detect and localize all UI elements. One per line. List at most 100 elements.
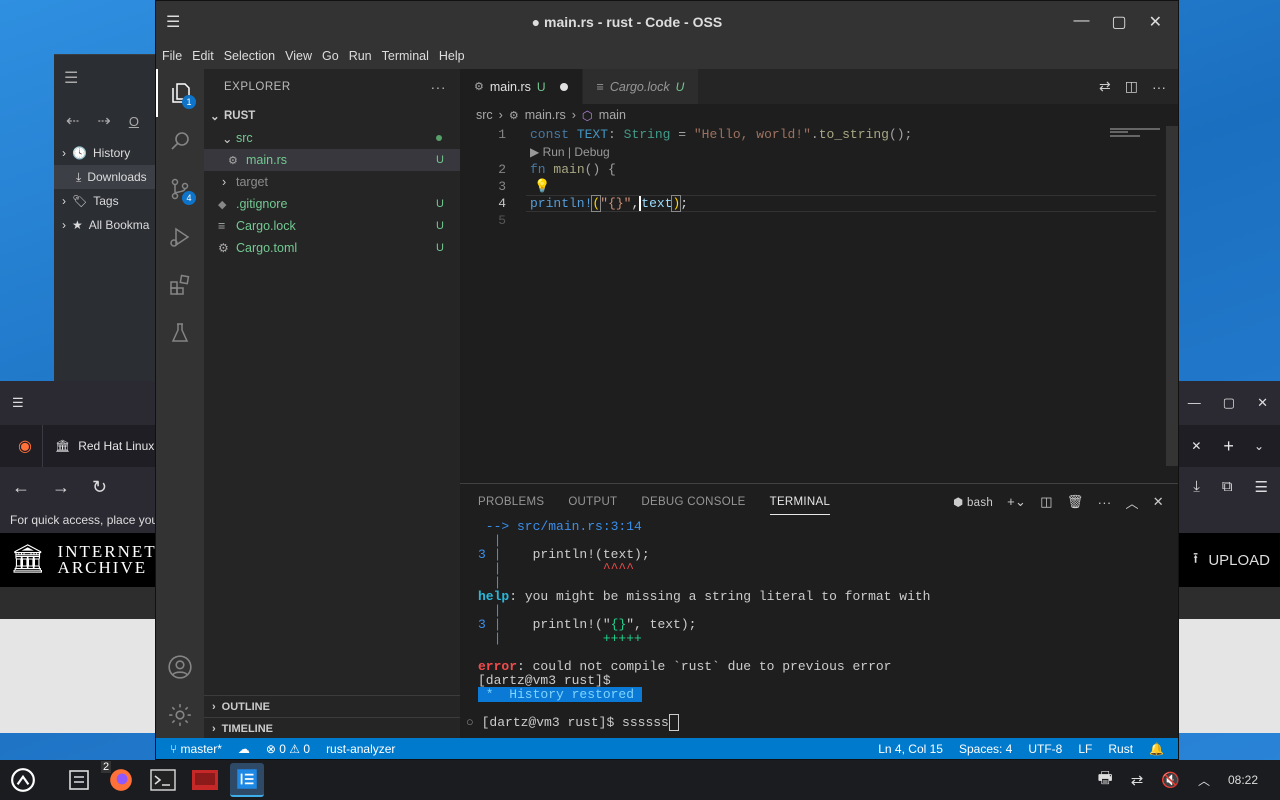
tab-terminal[interactable]: TERMINAL [769, 496, 831, 515]
menu-terminal[interactable]: Terminal [382, 49, 429, 63]
forward-icon[interactable]: → [52, 477, 70, 498]
firefox-icon[interactable]: ◉ [8, 436, 42, 456]
rust-analyzer-status[interactable]: rust-analyzer [326, 742, 395, 756]
hamburger-menu-icon[interactable]: ☰ [12, 395, 24, 411]
minimize-icon[interactable]: — [1188, 395, 1201, 411]
clock[interactable]: 08:22 [1228, 773, 1258, 787]
close-icon[interactable]: ✕ [1257, 395, 1268, 411]
more-actions-icon[interactable]: ··· [431, 79, 447, 95]
tree-file-cargo-lock[interactable]: ≡ Cargo.lock U [204, 215, 460, 237]
kill-terminal-trash-icon[interactable]: 🗑 [1067, 494, 1084, 510]
close-icon[interactable]: ✕ [1149, 12, 1162, 32]
menu-edit[interactable]: Edit [192, 49, 214, 63]
printer-icon[interactable]: 🖶 [1098, 767, 1113, 794]
language-mode[interactable]: Rust [1108, 742, 1133, 756]
hamburger-menu-icon[interactable]: ☰ [54, 55, 164, 101]
lightbulb-icon[interactable]: 💡 [534, 179, 550, 194]
end-of-line[interactable]: LF [1078, 742, 1092, 756]
back-icon[interactable]: ← [12, 477, 30, 498]
problems-status[interactable]: ⊗ 0 ⚠ 0 [266, 742, 310, 756]
minimap[interactable] [1110, 126, 1164, 137]
branch-status[interactable]: ⑂ master* [170, 742, 222, 756]
menu-view[interactable]: View [285, 49, 312, 63]
sync-cloud-icon[interactable]: ☁ [238, 742, 250, 756]
more-actions-icon[interactable]: ··· [1098, 495, 1112, 510]
hamburger-menu-icon[interactable]: ☰ [166, 12, 180, 32]
remote-viewer-icon[interactable] [188, 763, 222, 797]
breadcrumb-file[interactable]: main.rs [525, 108, 566, 122]
download-icon[interactable]: ⤓ [1193, 478, 1200, 496]
menu-go[interactable]: Go [322, 49, 339, 63]
browser-tab[interactable]: 🏛 Red Hat Linux [41, 425, 166, 467]
places-item-bookmarks[interactable]: › ★ All Bookma [54, 213, 164, 237]
source-control-icon[interactable]: 4 [156, 165, 204, 213]
explorer-icon[interactable]: 1 [156, 69, 204, 117]
maximize-icon[interactable]: ▢ [1223, 395, 1235, 411]
expand-tray-icon[interactable]: ︿ [1198, 772, 1210, 789]
code-editor[interactable]: 1 const TEXT: String = "Hello, world!".to… [460, 126, 1178, 229]
menu-icon[interactable]: ☰ [1255, 478, 1268, 496]
cursor-position[interactable]: Ln 4, Col 15 [878, 742, 943, 756]
minimize-icon[interactable]: — [1073, 12, 1089, 32]
maximize-panel-chevron-up-icon[interactable]: ︿ [1125, 493, 1138, 512]
editor-scrollbar[interactable] [1166, 126, 1178, 466]
tree-folder-src[interactable]: ⌄ src [204, 127, 460, 149]
split-terminal-icon[interactable]: ◫ [1040, 494, 1053, 510]
close-panel-icon[interactable]: ✕ [1153, 494, 1164, 510]
extensions-icon[interactable]: ⧉ [1222, 478, 1233, 496]
unsaved-dot-icon[interactable] [559, 82, 568, 91]
tree-file-gitignore[interactable]: ◆ .gitignore U [204, 193, 460, 215]
firefox-taskbar-icon[interactable]: 2 [101, 761, 138, 797]
new-terminal-icon[interactable]: +⌄ [1007, 494, 1026, 510]
tree-folder-target[interactable]: › target [204, 171, 460, 193]
search-icon[interactable] [156, 117, 204, 165]
vscode-taskbar-icon[interactable] [230, 763, 264, 797]
account-icon[interactable] [156, 643, 204, 691]
maximize-icon[interactable]: ▢ [1111, 12, 1126, 32]
file-manager-icon[interactable] [62, 763, 96, 797]
tree-file-cargo-toml[interactable]: ⚙ Cargo.toml U [204, 237, 460, 259]
back-icon[interactable]: ⇠ [66, 111, 79, 131]
run-debug-icon[interactable] [156, 213, 204, 261]
timeline-section[interactable]: › TIMELINE [204, 717, 460, 739]
upload-button[interactable]: ⭱ UPLOAD [1193, 548, 1270, 573]
run-debug-codelens[interactable]: ▶ Run | Debug [460, 143, 1178, 161]
places-item-history[interactable]: › 🕓 History [54, 141, 164, 165]
tab-problems[interactable]: PROBLEMS [478, 496, 544, 508]
workspace-root[interactable]: ⌄ RUST [204, 105, 460, 127]
indentation[interactable]: Spaces: 4 [959, 742, 1012, 756]
encoding[interactable]: UTF-8 [1028, 742, 1062, 756]
notifications-bell-icon[interactable]: 🔔 [1149, 742, 1164, 756]
tab-list-icon[interactable]: ⌄ [1246, 439, 1272, 453]
terminal-app-icon[interactable] [146, 763, 180, 797]
app-launcher-icon[interactable] [6, 763, 40, 797]
tab-main-rs[interactable]: ⚙ main.rs U [460, 69, 583, 104]
forward-icon[interactable]: ⇢ [97, 111, 110, 131]
network-icon[interactable]: ⇄ [1131, 771, 1144, 789]
tab-cargo-lock[interactable]: ≡ Cargo.lock U [582, 69, 700, 104]
breadcrumb-src[interactable]: src [476, 108, 493, 122]
extensions-icon[interactable] [156, 261, 204, 309]
outline-section[interactable]: › OUTLINE [204, 695, 460, 717]
places-item-downloads[interactable]: ⤓ Downloads [54, 165, 164, 189]
menu-selection[interactable]: Selection [224, 49, 275, 63]
split-editor-icon[interactable]: ◫ [1125, 78, 1138, 95]
tab-debug-console[interactable]: DEBUG CONSOLE [641, 496, 745, 508]
command-decoration-icon[interactable]: ○ [466, 715, 474, 730]
volume-muted-icon[interactable]: 🔇 [1161, 771, 1180, 789]
menu-help[interactable]: Help [439, 49, 465, 63]
menu-file[interactable]: File [162, 49, 182, 63]
tab-output[interactable]: OUTPUT [568, 496, 617, 508]
tab-close-icon[interactable]: ✕ [1181, 439, 1211, 453]
menu-run[interactable]: Run [349, 49, 372, 63]
places-item-tags[interactable]: › 🏷 Tags [54, 189, 164, 213]
tree-file-main-rs[interactable]: ⚙ main.rs U [204, 149, 460, 171]
settings-gear-icon[interactable] [156, 691, 204, 739]
terminal-output[interactable]: --> src/main.rs:3:14 | 3 | println!(text… [460, 520, 1178, 731]
new-tab-icon[interactable]: + [1211, 436, 1246, 457]
compare-changes-icon[interactable]: ⇄ [1099, 78, 1111, 95]
internet-archive-logo[interactable]: 🏛 INTERNET ARCHIVE [10, 543, 157, 576]
terminal-shell-selector[interactable]: ⬢ bash [953, 495, 993, 509]
reload-icon[interactable]: ↻ [92, 477, 107, 498]
breadcrumb-symbol[interactable]: main [599, 108, 626, 122]
